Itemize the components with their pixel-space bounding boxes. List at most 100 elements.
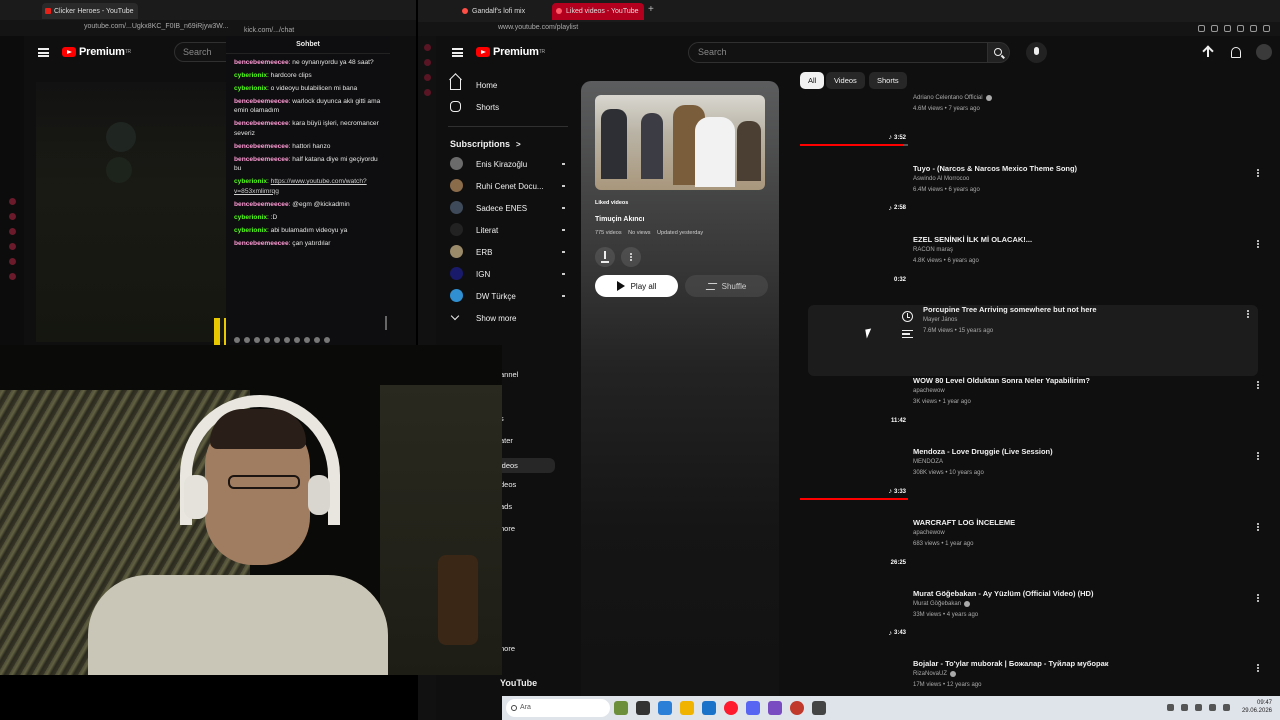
video-title[interactable]: EZEL SENİNKİ İLK Mİ OLACAK!... bbox=[913, 235, 1032, 244]
video-thumbnail[interactable]: ♪ 3:43 bbox=[800, 579, 908, 639]
chrome-icon[interactable] bbox=[790, 701, 804, 715]
video-thumbnail[interactable]: ♪ 2:58 bbox=[800, 154, 908, 214]
extension-icon[interactable] bbox=[1237, 25, 1244, 32]
opera-gx-icon[interactable] bbox=[724, 701, 738, 715]
video-action-menu-button[interactable] bbox=[1252, 662, 1264, 674]
emote-icon[interactable] bbox=[284, 337, 290, 343]
sidebar-fragment-item[interactable]: deos bbox=[500, 480, 516, 489]
playlist-owner[interactable]: Timuçin Akıncı bbox=[595, 216, 644, 223]
rail-icon[interactable] bbox=[423, 44, 431, 51]
wifi-icon[interactable] bbox=[1195, 704, 1202, 711]
video-channel[interactable]: RACON maraş bbox=[913, 247, 953, 253]
video-title[interactable]: WARCRAFT LOG İNCELEME bbox=[913, 518, 1015, 527]
playlist-more-button[interactable] bbox=[621, 247, 641, 267]
video-thumbnail[interactable]: 26:25 bbox=[800, 508, 908, 568]
sidebar-show-more[interactable]: Show more bbox=[440, 307, 570, 329]
bookmark-icon[interactable] bbox=[1224, 25, 1231, 32]
voice-search-mic-icon[interactable] bbox=[1026, 42, 1047, 63]
file-explorer-icon[interactable] bbox=[680, 701, 694, 715]
battery-icon[interactable] bbox=[1223, 704, 1230, 711]
video-channel[interactable]: RizaNovaUZ bbox=[913, 671, 957, 678]
sidebar-subscription-item[interactable]: Ruhi Cenet Docu... bbox=[440, 175, 570, 197]
left-url-bar[interactable]: youtube.com/...Ugkx8KC_F0IB_n69iRjyw3W..… bbox=[0, 20, 416, 36]
emote-icon[interactable] bbox=[264, 337, 270, 343]
chat-username[interactable]: cyberionix bbox=[234, 72, 267, 79]
sidebar-subscription-item[interactable]: Sadece ENES bbox=[440, 197, 570, 219]
yt-premium-logo[interactable]: Premium TR bbox=[476, 46, 545, 58]
video-title[interactable]: WOW 80 Level Olduktan Sonra Neler Yapabi… bbox=[913, 376, 1090, 385]
tab-lofi-mix[interactable]: Gandalf's lofi mix bbox=[458, 3, 558, 20]
taskbar-clock[interactable]: 09:47 29.06.2026 bbox=[1242, 699, 1272, 715]
chat-scrollbar[interactable] bbox=[385, 316, 387, 330]
chat-username[interactable]: bencebeemeecee bbox=[234, 120, 289, 127]
play-all-button[interactable]: Play all bbox=[595, 275, 678, 297]
rail-icon[interactable] bbox=[8, 213, 16, 220]
sidebar-subscription-item[interactable]: Literat bbox=[440, 219, 570, 241]
new-tab-plus-icon[interactable]: + bbox=[648, 4, 654, 15]
video-channel[interactable]: Murat Göğebakan bbox=[913, 600, 971, 607]
rail-icon[interactable] bbox=[423, 59, 431, 66]
video-channel[interactable]: Aswindo Al Morrocoo bbox=[913, 176, 969, 182]
chat-username[interactable]: bencebeemeecee bbox=[234, 240, 289, 247]
chat-username[interactable]: cyberionix bbox=[234, 85, 267, 92]
yt-search-input[interactable]: Search bbox=[688, 42, 988, 63]
taskbar-search-input[interactable]: Ara bbox=[506, 699, 610, 717]
left-search-input[interactable]: Search bbox=[174, 42, 234, 62]
sidebar-item-home[interactable]: Home bbox=[440, 74, 570, 96]
menu-hamburger-icon[interactable] bbox=[38, 48, 49, 57]
emote-icon[interactable] bbox=[324, 337, 330, 343]
emote-icon[interactable] bbox=[294, 337, 300, 343]
emote-icon[interactable] bbox=[244, 337, 250, 343]
sidebar-fragment-item[interactable]: nore bbox=[500, 524, 515, 533]
emote-icon[interactable] bbox=[234, 337, 240, 343]
sidebar-fragment-item[interactable]: nore bbox=[500, 644, 515, 653]
notifications-bell-icon[interactable] bbox=[1228, 45, 1242, 59]
game-video-player[interactable] bbox=[36, 82, 230, 348]
sidebar-subscriptions-header[interactable]: Subscriptions > bbox=[440, 135, 570, 153]
heart-icon[interactable] bbox=[1250, 25, 1257, 32]
video-channel[interactable]: MENDOZA bbox=[913, 459, 943, 465]
video-action-menu-button[interactable] bbox=[1252, 379, 1264, 391]
chat-username[interactable]: bencebeemeecee bbox=[234, 156, 289, 163]
emote-icon[interactable] bbox=[274, 337, 280, 343]
task-view-icon[interactable] bbox=[636, 701, 650, 715]
account-avatar[interactable] bbox=[1256, 44, 1272, 60]
sidebar-item-shorts[interactable]: Shorts bbox=[440, 96, 570, 118]
sidebar-subscription-item[interactable]: Enis Kirazoğlu bbox=[440, 153, 570, 175]
video-title[interactable]: Murat Göğebakan - Ay Yüzlüm (Official Vi… bbox=[913, 589, 1093, 598]
right-url-bar[interactable]: www.youtube.com/playlist bbox=[418, 22, 1280, 36]
download-icon[interactable] bbox=[595, 247, 615, 267]
video-channel[interactable]: apachewow bbox=[913, 388, 945, 394]
sidebar-subscription-item[interactable]: IGN bbox=[440, 263, 570, 285]
store-icon[interactable] bbox=[702, 701, 716, 715]
video-action-menu-button[interactable] bbox=[1242, 308, 1254, 320]
video-title[interactable]: Porcupine Tree Arriving somewhere but no… bbox=[923, 305, 1097, 314]
emote-icon[interactable] bbox=[254, 337, 260, 343]
video-action-menu-button[interactable] bbox=[1252, 450, 1264, 462]
sidebar-subscription-item[interactable]: ERB bbox=[440, 241, 570, 263]
video-title[interactable]: Mendoza - Love Druggie (Live Session) bbox=[913, 447, 1053, 456]
video-action-menu-button[interactable] bbox=[1252, 521, 1264, 533]
rail-icon[interactable] bbox=[423, 74, 431, 81]
tab-liked-videos[interactable]: Liked videos - YouTube bbox=[552, 3, 644, 20]
chevron-up-icon[interactable] bbox=[1167, 704, 1174, 711]
playlist-thumbnail[interactable] bbox=[595, 95, 765, 190]
rail-icon[interactable] bbox=[8, 258, 16, 265]
video-title[interactable]: Bojalar - To'ylar muborak | Божалар - Ту… bbox=[913, 659, 1109, 668]
sidebar-fragment-item[interactable]: YouTube bbox=[500, 678, 537, 688]
app-icon[interactable] bbox=[768, 701, 782, 715]
sidebar-subscription-item[interactable]: DW Türkçe bbox=[440, 285, 570, 307]
rail-icon[interactable] bbox=[8, 243, 16, 250]
video-action-menu-button[interactable] bbox=[1252, 167, 1264, 179]
video-thumbnail[interactable]: ♪ 3:52 bbox=[800, 83, 908, 146]
chat-username[interactable]: bencebeemeecee bbox=[234, 98, 289, 105]
sidebar-fragment-item[interactable]: annel bbox=[500, 370, 518, 379]
emote-icon[interactable] bbox=[304, 337, 310, 343]
youtube-premium-logo[interactable]: Premium TR bbox=[62, 46, 131, 58]
rail-icon[interactable] bbox=[8, 228, 16, 235]
chat-username[interactable]: cyberionix bbox=[234, 178, 267, 185]
zoom-icon[interactable] bbox=[1198, 25, 1205, 32]
edge-browser-icon[interactable] bbox=[658, 701, 672, 715]
upload-icon[interactable] bbox=[1201, 45, 1215, 59]
video-action-menu-button[interactable] bbox=[1252, 238, 1264, 250]
